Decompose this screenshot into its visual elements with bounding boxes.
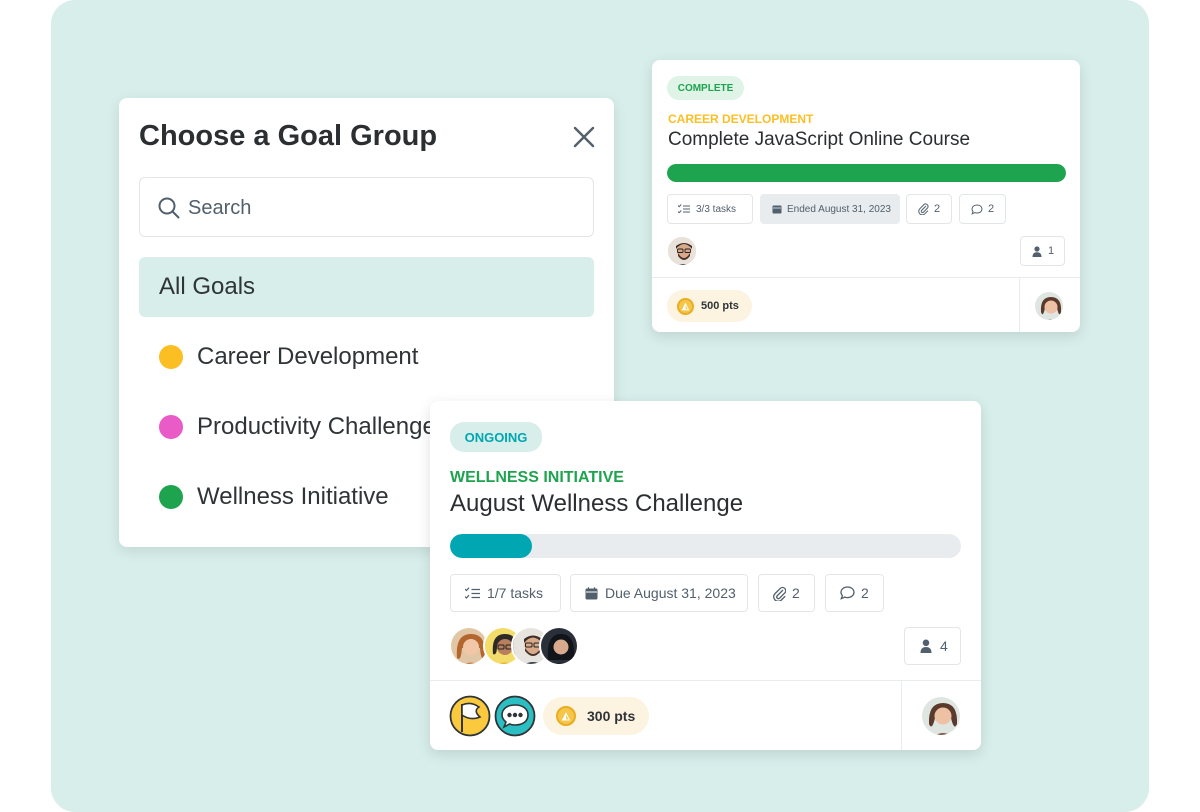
members-chip[interactable]: 4	[904, 627, 961, 665]
status-badge: COMPLETE	[667, 76, 744, 100]
group-item-label: Career Development	[197, 343, 419, 370]
goal-title[interactable]: August Wellness Challenge	[450, 490, 743, 518]
comments-count: 2	[861, 585, 869, 601]
end-date: Ended August 31, 2023	[787, 203, 891, 215]
card-divider	[652, 277, 1080, 278]
members-count: 1	[1048, 245, 1055, 257]
goal-card-ongoing[interactable]: ONGOING WELLNESS INITIATIVE August Welln…	[430, 401, 981, 750]
status-badge: ONGOING	[450, 422, 542, 452]
progress-bar	[450, 534, 961, 558]
tasks-chip[interactable]: 3/3 tasks	[667, 194, 753, 224]
members-count: 4	[940, 638, 948, 654]
group-item-label: All Goals	[159, 273, 256, 300]
group-item-label: Productivity Challenge	[197, 413, 436, 440]
attachments-chip[interactable]: 2	[906, 194, 952, 224]
flag-badge-icon[interactable]	[449, 695, 491, 737]
close-icon[interactable]	[571, 124, 597, 150]
goal-card-complete[interactable]: COMPLETE CAREER DEVELOPMENT Complete Jav…	[652, 60, 1080, 332]
card-divider-vertical	[901, 680, 902, 750]
coin-icon: ◭	[677, 297, 694, 315]
members-chip[interactable]: 1	[1020, 236, 1065, 266]
date-chip: Ended August 31, 2023	[760, 194, 900, 224]
member-avatar[interactable]	[539, 626, 579, 666]
color-dot	[159, 345, 183, 369]
attachments-count: 2	[792, 585, 800, 601]
goal-category: WELLNESS INITIATIVE	[450, 469, 624, 486]
calendar-icon	[772, 205, 782, 214]
card-divider	[430, 680, 981, 681]
comment-icon	[840, 586, 855, 600]
card-divider-vertical	[1019, 277, 1020, 332]
dialog-title: Choose a Goal Group	[139, 120, 438, 152]
owner-avatar[interactable]	[1033, 290, 1065, 322]
search-input[interactable]	[188, 192, 578, 224]
person-icon	[920, 639, 932, 653]
task-list-icon	[465, 586, 480, 599]
comments-chip[interactable]: 2	[959, 194, 1006, 224]
task-list-icon	[678, 204, 690, 214]
paperclip-icon	[773, 586, 786, 601]
goal-title[interactable]: Complete JavaScript Online Course	[668, 129, 970, 151]
group-item-all-goals[interactable]: All Goals	[139, 257, 594, 317]
tasks-chip[interactable]: 1/7 tasks	[450, 574, 561, 612]
search-icon	[158, 197, 180, 219]
points-value: 300 pts	[587, 708, 636, 724]
progress-bar	[667, 164, 1066, 182]
progress-fill	[450, 534, 532, 558]
paperclip-icon	[918, 203, 929, 215]
points-pill: ◭ 300 pts	[543, 697, 649, 735]
chat-badge-icon[interactable]	[494, 695, 536, 737]
color-dot	[159, 415, 183, 439]
points-value: 500 pts	[701, 300, 739, 312]
member-avatar[interactable]	[666, 235, 698, 267]
due-date: Due August 31, 2023	[605, 585, 736, 601]
comments-chip[interactable]: 2	[825, 574, 884, 612]
progress-fill	[667, 164, 1066, 182]
comments-count: 2	[988, 203, 995, 215]
tasks-count: 1/7 tasks	[487, 585, 544, 601]
group-item-label: Wellness Initiative	[197, 483, 389, 510]
tasks-count: 3/3 tasks	[696, 203, 737, 215]
group-item-career-development[interactable]: Career Development	[139, 327, 594, 387]
points-pill: ◭ 500 pts	[667, 290, 752, 322]
calendar-icon	[585, 586, 598, 599]
attachments-chip[interactable]: 2	[758, 574, 815, 612]
comment-icon	[971, 203, 983, 215]
attachments-count: 2	[934, 203, 941, 215]
date-chip[interactable]: Due August 31, 2023	[570, 574, 748, 612]
owner-avatar[interactable]	[920, 695, 962, 737]
coin-icon: ◭	[556, 706, 576, 726]
color-dot	[159, 485, 183, 509]
goal-category: CAREER DEVELOPMENT	[668, 112, 814, 126]
person-icon	[1032, 245, 1042, 257]
search-field[interactable]	[139, 177, 594, 237]
